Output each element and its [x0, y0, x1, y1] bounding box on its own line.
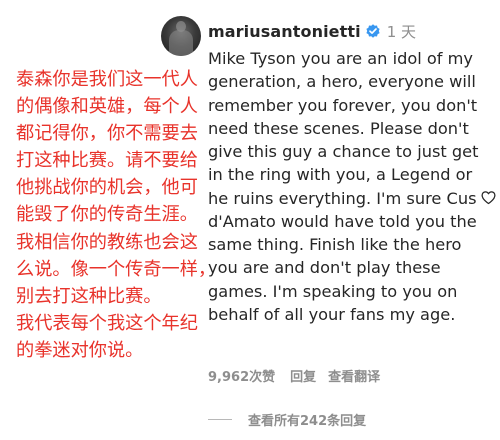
avatar-torso-shape	[169, 30, 193, 56]
translation-overlay-line: 他挑战你的机会，他可	[16, 177, 198, 199]
translation-overlay-line: 我代表每个我这个年纪	[16, 312, 198, 334]
heart-outline-icon[interactable]	[480, 189, 497, 206]
comment-text-line: same thing. Finish like the hero	[208, 235, 462, 254]
comment-text-line: he ruins everything. I'm sure Cus	[208, 188, 477, 208]
comment-text-line: Mike Tyson you are an idol of my	[208, 49, 474, 68]
translation-overlay-line: 的偶像和英雄，每个人	[16, 96, 198, 118]
reply-button[interactable]: 回复	[290, 366, 316, 385]
translation-overlay-line: 能毁了你的传奇生涯。	[16, 204, 198, 226]
translation-overlay-line: 的拳迷对你说。	[16, 339, 144, 361]
comment-text-line: give this guy a chance to just get	[208, 142, 479, 161]
username-link[interactable]: mariusantonietti	[208, 22, 361, 41]
replies-divider-line	[208, 419, 232, 420]
comment-text-line: generation, a hero, everyone will	[208, 72, 476, 92]
comment-text-line: behalf of all your fans my age.	[208, 304, 456, 324]
comment-text-line: games. I'm speaking to you on	[208, 281, 458, 301]
comment-header: mariusantonietti 1 天	[208, 18, 416, 44]
verified-badge-icon	[366, 24, 380, 38]
translation-overlay-line: 别去打这种比赛。	[16, 285, 162, 307]
comment-text-line: need these scenes. Please don't	[208, 118, 469, 138]
comment-timestamp: 1 天	[386, 22, 417, 41]
comment-meta-row: 9,962次赞 回复 查看翻译	[208, 366, 380, 385]
comment-text-line: you are and don't play these	[208, 258, 441, 278]
view-replies-button[interactable]: 查看所有242条回复	[208, 410, 366, 429]
comment-text-line: d'Amato would have told you the	[208, 211, 477, 231]
comment-text: Mike Tyson you are an idol of my generati…	[208, 47, 479, 326]
comment-text-line: in the ring with you, a Legend or	[208, 165, 473, 185]
avatar[interactable]	[161, 16, 201, 56]
see-translation-button[interactable]: 查看翻译	[328, 366, 380, 385]
view-replies-label: 查看所有242条回复	[248, 414, 367, 429]
translation-overlay-line: 么说。像一个传奇一样，	[16, 258, 217, 280]
translation-overlay-line: 打这种比赛。请不要给	[16, 150, 198, 172]
likes-count[interactable]: 9,962次赞	[208, 366, 275, 385]
translation-overlay-line: 泰森你是我们这一代人	[16, 69, 198, 90]
comment-text-line: remember you forever, you don't	[208, 95, 478, 115]
translation-overlay-line: 都记得你，你不需要去	[16, 123, 198, 145]
translation-overlay: 泰森你是我们这一代人 的偶像和英雄，每个人 都记得你，你不需要去 打这种比赛。请不要给…	[16, 66, 217, 364]
translation-overlay-line: 我相信你的教练也会这	[16, 231, 198, 253]
